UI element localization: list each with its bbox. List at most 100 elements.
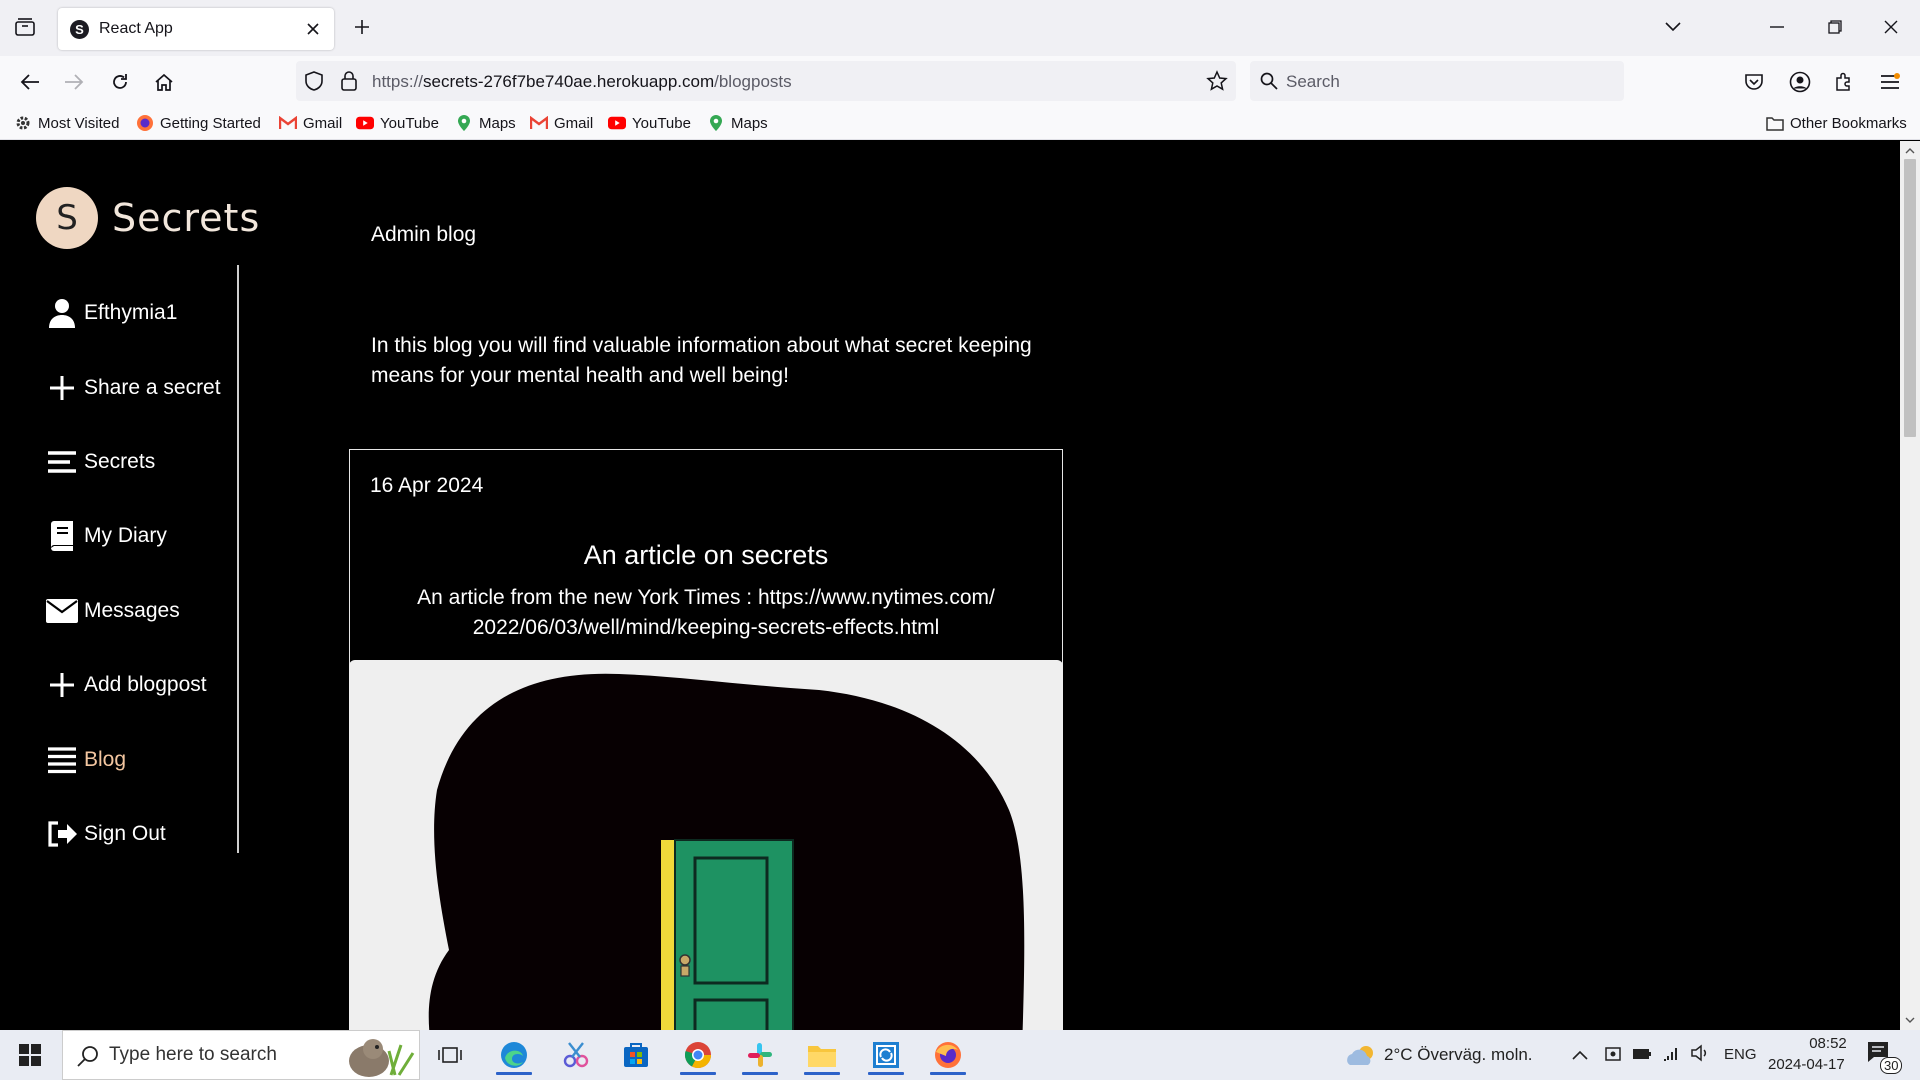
sidebar-item-blog[interactable]: Blog (46, 740, 126, 780)
sidebar-item-share-a-secret[interactable]: Share a secret (46, 368, 221, 408)
bookmark-maps[interactable]: Maps (455, 112, 516, 134)
book-icon (46, 520, 78, 552)
bookmark-label: YouTube (632, 114, 691, 132)
envelope-icon (46, 595, 78, 627)
sidebar-item-label: Efthymia1 (84, 301, 178, 324)
sidebar-item-label: Share a secret (84, 376, 221, 399)
bookmark-label: Getting Started (160, 114, 261, 132)
page-title: Admin blog (371, 223, 477, 246)
running-indicator (804, 1072, 840, 1075)
clock-time[interactable]: 08:52 (1788, 1035, 1868, 1052)
windows-start-icon[interactable] (6, 1035, 54, 1075)
app-logo[interactable]: S Secrets (36, 187, 260, 249)
sidebar-divider (237, 265, 239, 853)
sidebar-item-messages[interactable]: Messages (46, 591, 180, 631)
account-icon[interactable] (1786, 68, 1814, 96)
maps-pin-icon (707, 114, 725, 132)
close-icon[interactable] (304, 20, 322, 38)
bookmark-youtube[interactable]: YouTube (356, 112, 439, 134)
bookmark-most-visited[interactable]: Most Visited (14, 112, 119, 134)
notifications-badge: 30 (1880, 1057, 1903, 1074)
bookmark-gmail-2[interactable]: Gmail (530, 112, 593, 134)
bookmark-other-bookmarks[interactable]: Other Bookmarks (1766, 112, 1907, 134)
remote-app-icon[interactable] (862, 1035, 910, 1075)
star-icon[interactable] (1206, 70, 1228, 97)
sidebar-item-sign-out[interactable]: Sign Out (46, 814, 166, 854)
url-bar[interactable]: https://secrets-276f7be740ae.herokuapp.c… (296, 61, 1236, 101)
meet-now-icon[interactable] (1604, 1044, 1622, 1069)
language-indicator[interactable]: ENG (1724, 1046, 1757, 1063)
pocket-icon[interactable] (1740, 68, 1768, 96)
sidebar-item-profile[interactable]: Efthymia1 (46, 293, 177, 333)
windows-taskbar: Type here to search 2°C Överväg. moln. E… (0, 1030, 1920, 1080)
back-arrow-icon[interactable] (16, 68, 44, 96)
reload-icon[interactable] (106, 68, 134, 96)
logo-text: Secrets (112, 196, 261, 240)
web-page: S Secrets Efthymia1 Share a secret Secre… (0, 141, 1900, 1030)
running-indicator (742, 1072, 778, 1075)
search-bar[interactable]: Search (1250, 61, 1624, 101)
sidebar-item-label: My Diary (84, 524, 167, 547)
snipping-tool-icon[interactable] (552, 1035, 600, 1075)
close-window-icon[interactable] (1876, 12, 1906, 42)
blog-post-card: 16 Apr 2024 An article on secrets An art… (349, 449, 1063, 1030)
firefox-icon[interactable] (924, 1035, 972, 1075)
gmail-icon (530, 114, 548, 132)
volume-icon[interactable] (1690, 1044, 1710, 1067)
search-icon (1260, 72, 1278, 95)
bookmark-maps-2[interactable]: Maps (707, 112, 768, 134)
lock-icon[interactable] (340, 70, 358, 97)
slack-icon[interactable] (736, 1035, 784, 1075)
chevron-down-icon[interactable] (1658, 12, 1688, 42)
blog-intro: In this blog you will find valuable info… (371, 334, 1032, 387)
sidebar-item-add-blogpost[interactable]: Add blogpost (46, 665, 207, 705)
folder-icon (1766, 114, 1784, 132)
scroll-thumb[interactable] (1904, 159, 1916, 437)
shield-icon[interactable] (304, 71, 324, 96)
scroll-up-icon[interactable] (1900, 143, 1920, 159)
chrome-icon[interactable] (674, 1035, 722, 1075)
bookmark-youtube-2[interactable]: YouTube (608, 112, 691, 134)
bookmark-gmail[interactable]: Gmail (279, 112, 342, 134)
search-highlight-icon (329, 1035, 417, 1080)
bookmark-getting-started[interactable]: Getting Started (136, 112, 261, 134)
secret-door-illustration (428, 673, 1025, 1030)
plus-icon (46, 372, 78, 404)
page-scrollbar[interactable] (1900, 141, 1920, 1030)
sidebar-item-secrets[interactable]: Secrets (46, 442, 155, 482)
file-explorer-icon[interactable] (798, 1035, 846, 1075)
wifi-icon[interactable] (1662, 1044, 1682, 1067)
browser-tab[interactable]: S React App (58, 8, 334, 50)
running-indicator (496, 1072, 532, 1075)
chevron-up-icon[interactable] (1572, 1047, 1588, 1065)
scroll-down-icon[interactable] (1900, 1012, 1920, 1028)
forward-arrow-icon[interactable] (60, 68, 88, 96)
weather-icon[interactable] (1344, 1043, 1378, 1072)
bookmark-label: Maps (479, 114, 516, 132)
tab-list-icon[interactable] (12, 14, 38, 40)
post-date: 16 Apr 2024 (370, 474, 484, 497)
task-view-icon[interactable] (426, 1035, 474, 1075)
url-text[interactable]: https://secrets-276f7be740ae.herokuapp.c… (372, 72, 792, 92)
clock-date[interactable]: 2024-04-17 (1768, 1056, 1845, 1073)
new-tab-icon[interactable] (350, 14, 374, 40)
extensions-icon[interactable] (1830, 68, 1858, 96)
edge-icon[interactable] (490, 1035, 538, 1075)
menu-icon[interactable] (1876, 68, 1904, 96)
taskbar-search-placeholder: Type here to search (109, 1044, 277, 1065)
battery-icon[interactable] (1632, 1047, 1652, 1065)
taskbar-search-input[interactable]: Type here to search (62, 1030, 420, 1080)
search-input[interactable]: Search (1286, 72, 1340, 92)
tab-bar: S React App (0, 0, 1920, 56)
minimize-icon[interactable] (1762, 12, 1792, 42)
gmail-icon (279, 114, 297, 132)
post-image (349, 660, 1063, 1030)
maps-pin-icon (455, 114, 473, 132)
sidebar-item-my-diary[interactable]: My Diary (46, 516, 167, 556)
youtube-icon (356, 114, 374, 132)
sign-out-icon (46, 818, 78, 850)
restore-icon[interactable] (1820, 12, 1850, 42)
weather-text[interactable]: 2°C Överväg. moln. (1384, 1045, 1533, 1065)
store-icon[interactable] (612, 1035, 660, 1075)
home-icon[interactable] (150, 68, 178, 96)
